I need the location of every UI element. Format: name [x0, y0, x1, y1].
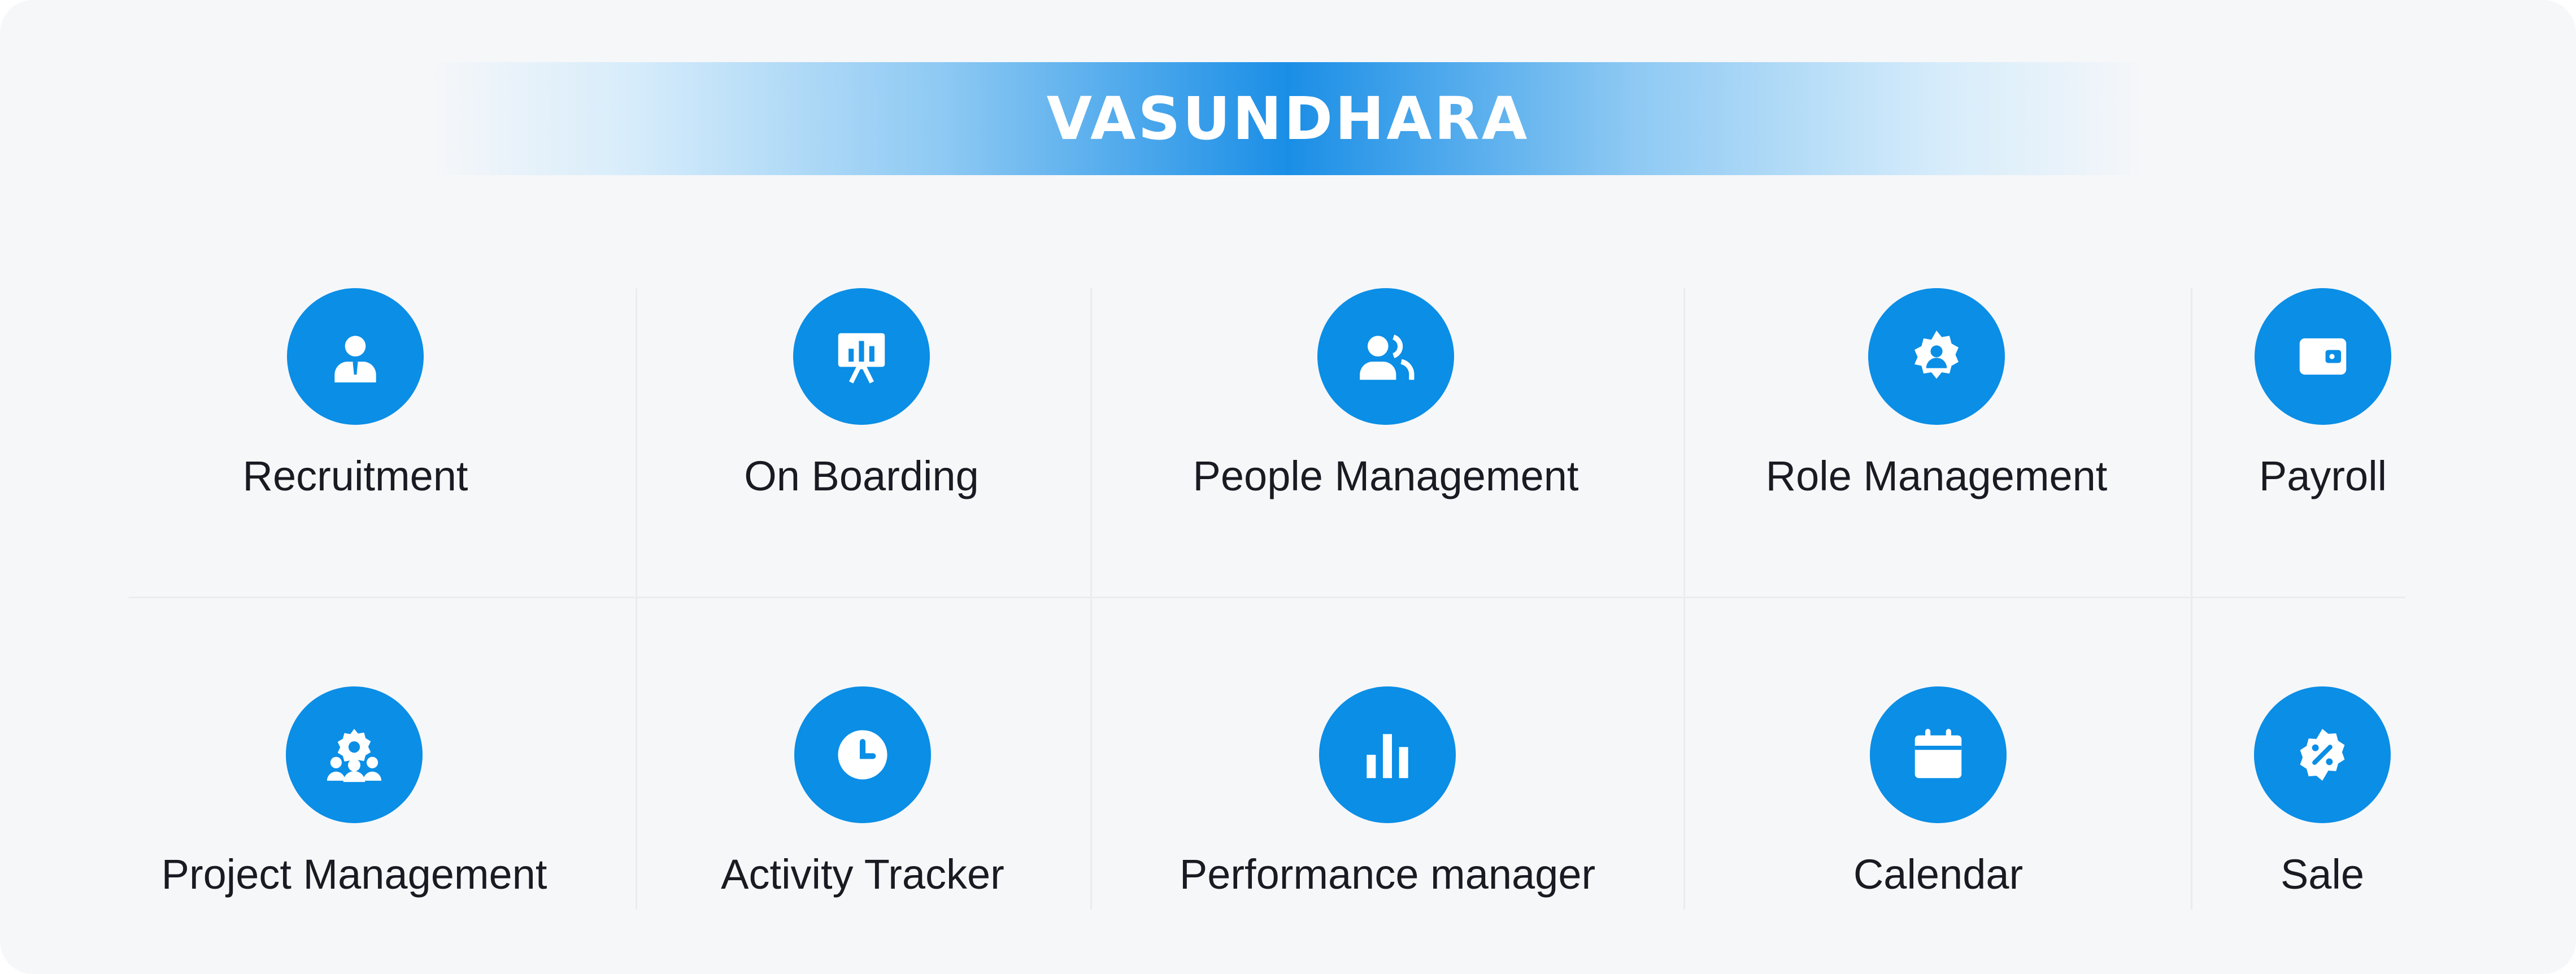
brand-logo-text: VASUNDHARA: [1046, 84, 1530, 153]
module-label: Payroll: [2259, 453, 2387, 499]
user-badge-icon: [287, 288, 424, 425]
app-panel: VASUNDHARA Recruitment On Boarding Peopl…: [0, 0, 2576, 974]
calendar-icon: [1870, 686, 2007, 823]
module-recruitment[interactable]: Recruitment: [73, 288, 638, 537]
module-performance-manager[interactable]: Performance manager: [1105, 686, 1670, 935]
module-label: Activity Tracker: [721, 851, 1004, 898]
module-label: Sale: [2280, 851, 2365, 898]
module-sale[interactable]: Sale: [2040, 686, 2576, 935]
module-label: Recruitment: [242, 453, 468, 499]
module-project-management[interactable]: Project Management: [72, 686, 637, 935]
module-label: Performance manager: [1179, 851, 1596, 898]
module-on-boarding[interactable]: On Boarding: [579, 288, 1144, 537]
presentation-board-icon: [793, 288, 930, 425]
bar-chart-icon: [1319, 686, 1456, 823]
module-activity-tracker[interactable]: Activity Tracker: [580, 686, 1145, 935]
brand-banner: VASUNDHARA: [429, 62, 2147, 175]
module-label: On Boarding: [744, 453, 979, 499]
brand-logo: VASUNDHARA: [429, 62, 2147, 175]
module-label: Project Management: [161, 851, 547, 898]
module-payroll[interactable]: Payroll: [2040, 288, 2576, 537]
user-gear-icon: [1868, 288, 2005, 425]
module-people-management[interactable]: People Management: [1103, 288, 1668, 537]
discount-badge-icon: [2254, 686, 2391, 823]
clock-icon: [794, 686, 931, 823]
row-divider: [129, 597, 2405, 598]
team-gear-icon: [286, 686, 423, 823]
module-label: People Management: [1193, 453, 1579, 499]
wallet-icon: [2255, 288, 2391, 425]
people-icon: [1317, 288, 1454, 425]
